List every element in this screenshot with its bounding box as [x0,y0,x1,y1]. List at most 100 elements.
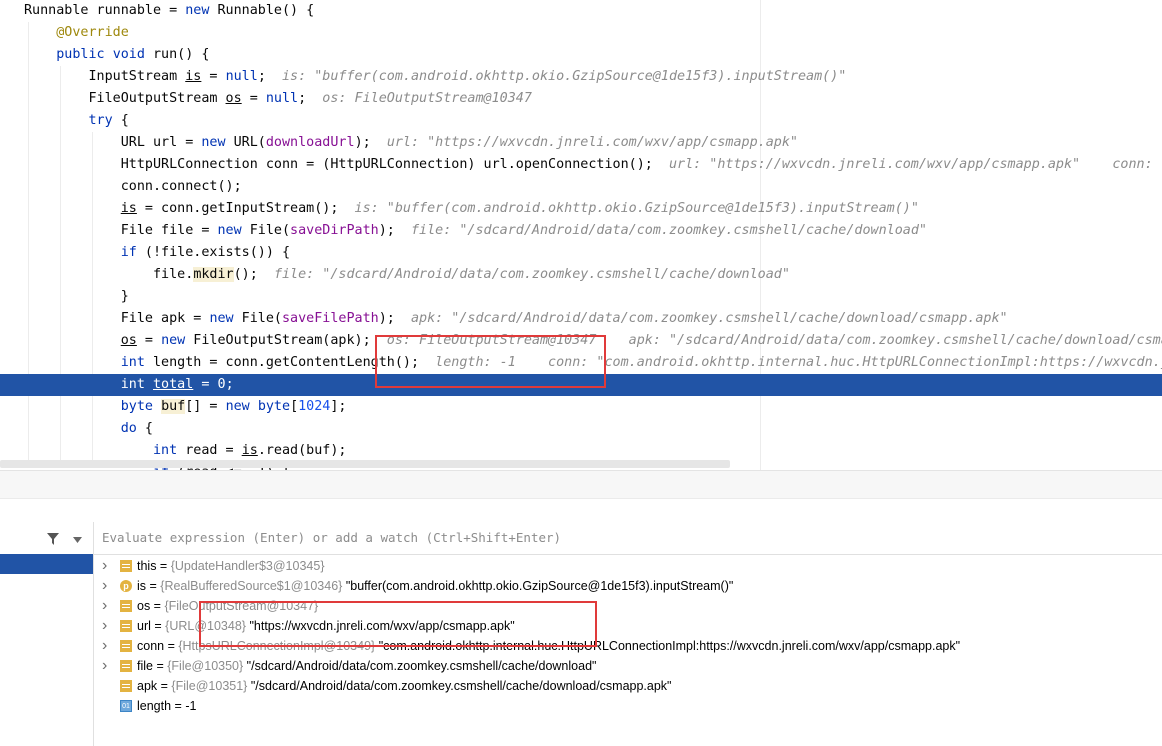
code-line[interactable]: File apk = new File(saveFilePath); apk: … [0,308,1162,330]
chevron-right-icon[interactable]: › [102,656,112,676]
code-line[interactable]: int read = is.read(buf); [0,440,1162,462]
variable-row[interactable]: › this = {UpdateHandler$3@10345} [94,556,1162,576]
code-token: null [265,91,299,106]
code-token: 0 [217,377,226,392]
code-line[interactable]: @Override [0,22,1162,44]
code-line[interactable]: InputStream is = null; is: "buffer(com.a… [0,66,1162,88]
code-token: void [112,47,145,62]
code-editor[interactable]: Runnable runnable = new Runnable() { @Ov… [0,0,1162,470]
variable-row[interactable]: › file = {File@10350} "/sdcard/Android/da… [94,656,1162,676]
evaluate-expression-bar[interactable]: Evaluate expression (Enter) or add a wat… [94,522,1162,555]
code-token: os [120,333,137,348]
code-token: new [201,135,226,150]
inline-debug-value: url: "https://wxvcdn.jnreli.com/wxv/app/… [668,157,1162,172]
variable-row[interactable]: apk = {File@10351} "/sdcard/Android/data… [94,676,1162,696]
code-token: is [241,443,258,458]
filter-icon[interactable] [47,533,59,545]
chevron-right-icon[interactable]: › [102,616,112,636]
code-token: URL url = [24,135,202,150]
code-line[interactable]: Runnable runnable = new Runnable() { [0,0,1162,22]
horizontal-scrollbar[interactable] [0,460,730,468]
field-icon [120,620,132,632]
code-token: do [120,421,137,436]
chevron-right-icon[interactable]: › [102,636,112,656]
inline-debug-value: is: "buffer(com.android.okhttp.okio.Gzip… [354,201,919,216]
code-line[interactable]: File file = new File(saveDirPath); file:… [0,220,1162,242]
parameter-icon: p [120,580,132,592]
code-token: = conn.getInputStream(); [136,201,355,216]
code-token: is [185,69,202,84]
code-token: [ [290,399,299,414]
code-line[interactable]: public void run() { [0,44,1162,66]
variable-name: file [137,659,153,673]
code-token: int [153,443,178,458]
code-token: saveFilePath [282,311,379,326]
code-token: new [161,333,186,348]
code-line[interactable]: do { [0,418,1162,440]
selected-frame[interactable] [0,554,93,574]
code-token: try [88,113,113,128]
code-line[interactable]: URL url = new URL(downloadUrl); url: "ht… [0,132,1162,154]
code-token: null [225,69,258,84]
code-line[interactable]: try { [0,110,1162,132]
code-token: run() { [144,47,210,62]
code-token: ; [298,91,323,106]
code-line[interactable]: byte buf[] = new byte[1024]; [0,396,1162,418]
code-line[interactable]: } [0,286,1162,308]
variable-row[interactable]: › p is = {RealBufferedSource$1@10346} "buf… [94,576,1162,596]
field-icon [120,640,132,652]
code-line[interactable]: FileOutputStream os = null; os: FileOutp… [0,88,1162,110]
inline-debug-value: os: FileOutputStream@10347 [322,91,532,106]
variable-text: is = {RealBufferedSource$1@10346} "buffe… [137,576,733,596]
inline-debug-value: url: "https://wxvcdn.jnreli.com/wxv/app/… [386,135,798,150]
variable-name: is [137,579,147,593]
code-token: } [24,289,129,304]
inline-debug-value: file: "/sdcard/Android/data/com.zoomkey.… [410,223,927,238]
variable-value: -1 [185,699,197,713]
variable-text: apk = {File@10351} "/sdcard/Android/data… [137,676,672,696]
code-line[interactable]: if (!file.exists()) { [0,242,1162,264]
code-token: @Override [56,25,129,40]
code-token: total [153,377,194,392]
code-token: ; [225,377,234,392]
chevron-right-icon[interactable]: › [102,556,112,576]
code-line[interactable]: conn.connect(); [0,176,1162,198]
variable-name: this [137,559,157,573]
code-token: byte [120,399,153,414]
code-token: byte [257,399,291,414]
equals-sign: = [150,599,165,613]
chevron-right-icon[interactable]: › [102,576,112,596]
equals-sign: = [150,619,166,633]
variable-name: conn [137,639,165,653]
code-token: read = [177,443,242,458]
variable-value: "/sdcard/Android/data/com.zoomkey.csmshe… [250,679,672,693]
code-line[interactable]: HttpURLConnection conn = (HttpURLConnect… [0,154,1162,176]
chevron-right-icon[interactable]: › [102,596,112,616]
variable-row[interactable]: 01 length = -1 [94,696,1162,716]
equals-sign: = [146,579,161,593]
variable-type: {UpdateHandler$3@10345} [170,559,325,573]
chevron-down-icon[interactable] [73,537,82,543]
variable-text: file = {File@10350} "/sdcard/Android/dat… [137,656,596,676]
evaluate-expression-input[interactable]: Evaluate expression (Enter) or add a wat… [102,530,561,545]
code-token: { [112,113,129,128]
variable-type: {File@10351} [171,679,248,693]
variable-value: "/sdcard/Android/data/com.zoomkey.csmshe… [246,659,597,673]
code-token: [] = [185,399,226,414]
code-token: (!file.exists()) { [136,245,291,260]
code-line[interactable]: is = conn.getInputStream(); is: "buffer(… [0,198,1162,220]
inline-debug-value: file: "/sdcard/Android/data/com.zoomkey.… [273,267,790,282]
inline-debug-value: apk: "/sdcard/Android/data/com.zoomkey.c… [411,311,1008,326]
code-token: public [56,47,105,62]
code-token: (); [233,267,274,282]
code-line[interactable]: file.mkdir(); file: "/sdcard/Android/dat… [0,264,1162,286]
field-icon [120,680,132,692]
